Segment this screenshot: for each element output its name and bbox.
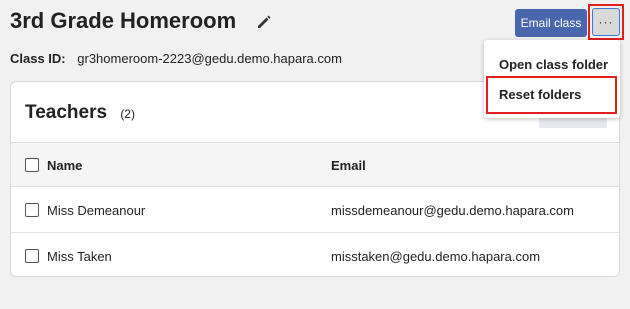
teacher-email: misstaken@gedu.demo.hapara.com <box>331 249 541 264</box>
reset-folders-highlight <box>486 76 617 114</box>
row-checkbox[interactable] <box>25 249 39 263</box>
teacher-email: missdemeanour@gedu.demo.hapara.com <box>331 203 574 218</box>
select-all-checkbox[interactable] <box>25 158 39 172</box>
more-options-button[interactable]: ··· <box>592 8 620 36</box>
page-title: 3rd Grade Homeroom <box>10 8 237 33</box>
class-id: Class ID: gr3homeroom-2223@gedu.demo.hap… <box>10 51 342 66</box>
edit-pencil-icon[interactable] <box>256 14 272 30</box>
table-row: Miss Demeanour missdemeanour@gedu.demo.h… <box>11 187 619 233</box>
class-id-label: Class ID: <box>10 51 66 66</box>
column-header-email: Email <box>331 158 366 173</box>
email-class-button[interactable]: Email class <box>515 9 587 37</box>
teachers-heading: Teachers (2) <box>25 102 135 124</box>
teacher-name: Miss Taken <box>47 249 112 264</box>
table-row: Miss Taken misstaken@gedu.demo.hapara.co… <box>11 233 619 279</box>
teachers-heading-text: Teachers <box>25 102 108 123</box>
table-header: Name Email <box>11 142 619 187</box>
teacher-name: Miss Demeanour <box>47 203 146 218</box>
menu-item-open-class-folder[interactable]: Open class folder <box>499 57 608 72</box>
class-id-value: gr3homeroom-2223@gedu.demo.hapara.com <box>77 51 342 66</box>
more-options-menu: Open class folder Reset folders <box>484 40 620 118</box>
column-header-name: Name <box>47 158 83 173</box>
teachers-count: (2) <box>120 107 135 121</box>
row-checkbox[interactable] <box>25 203 39 217</box>
